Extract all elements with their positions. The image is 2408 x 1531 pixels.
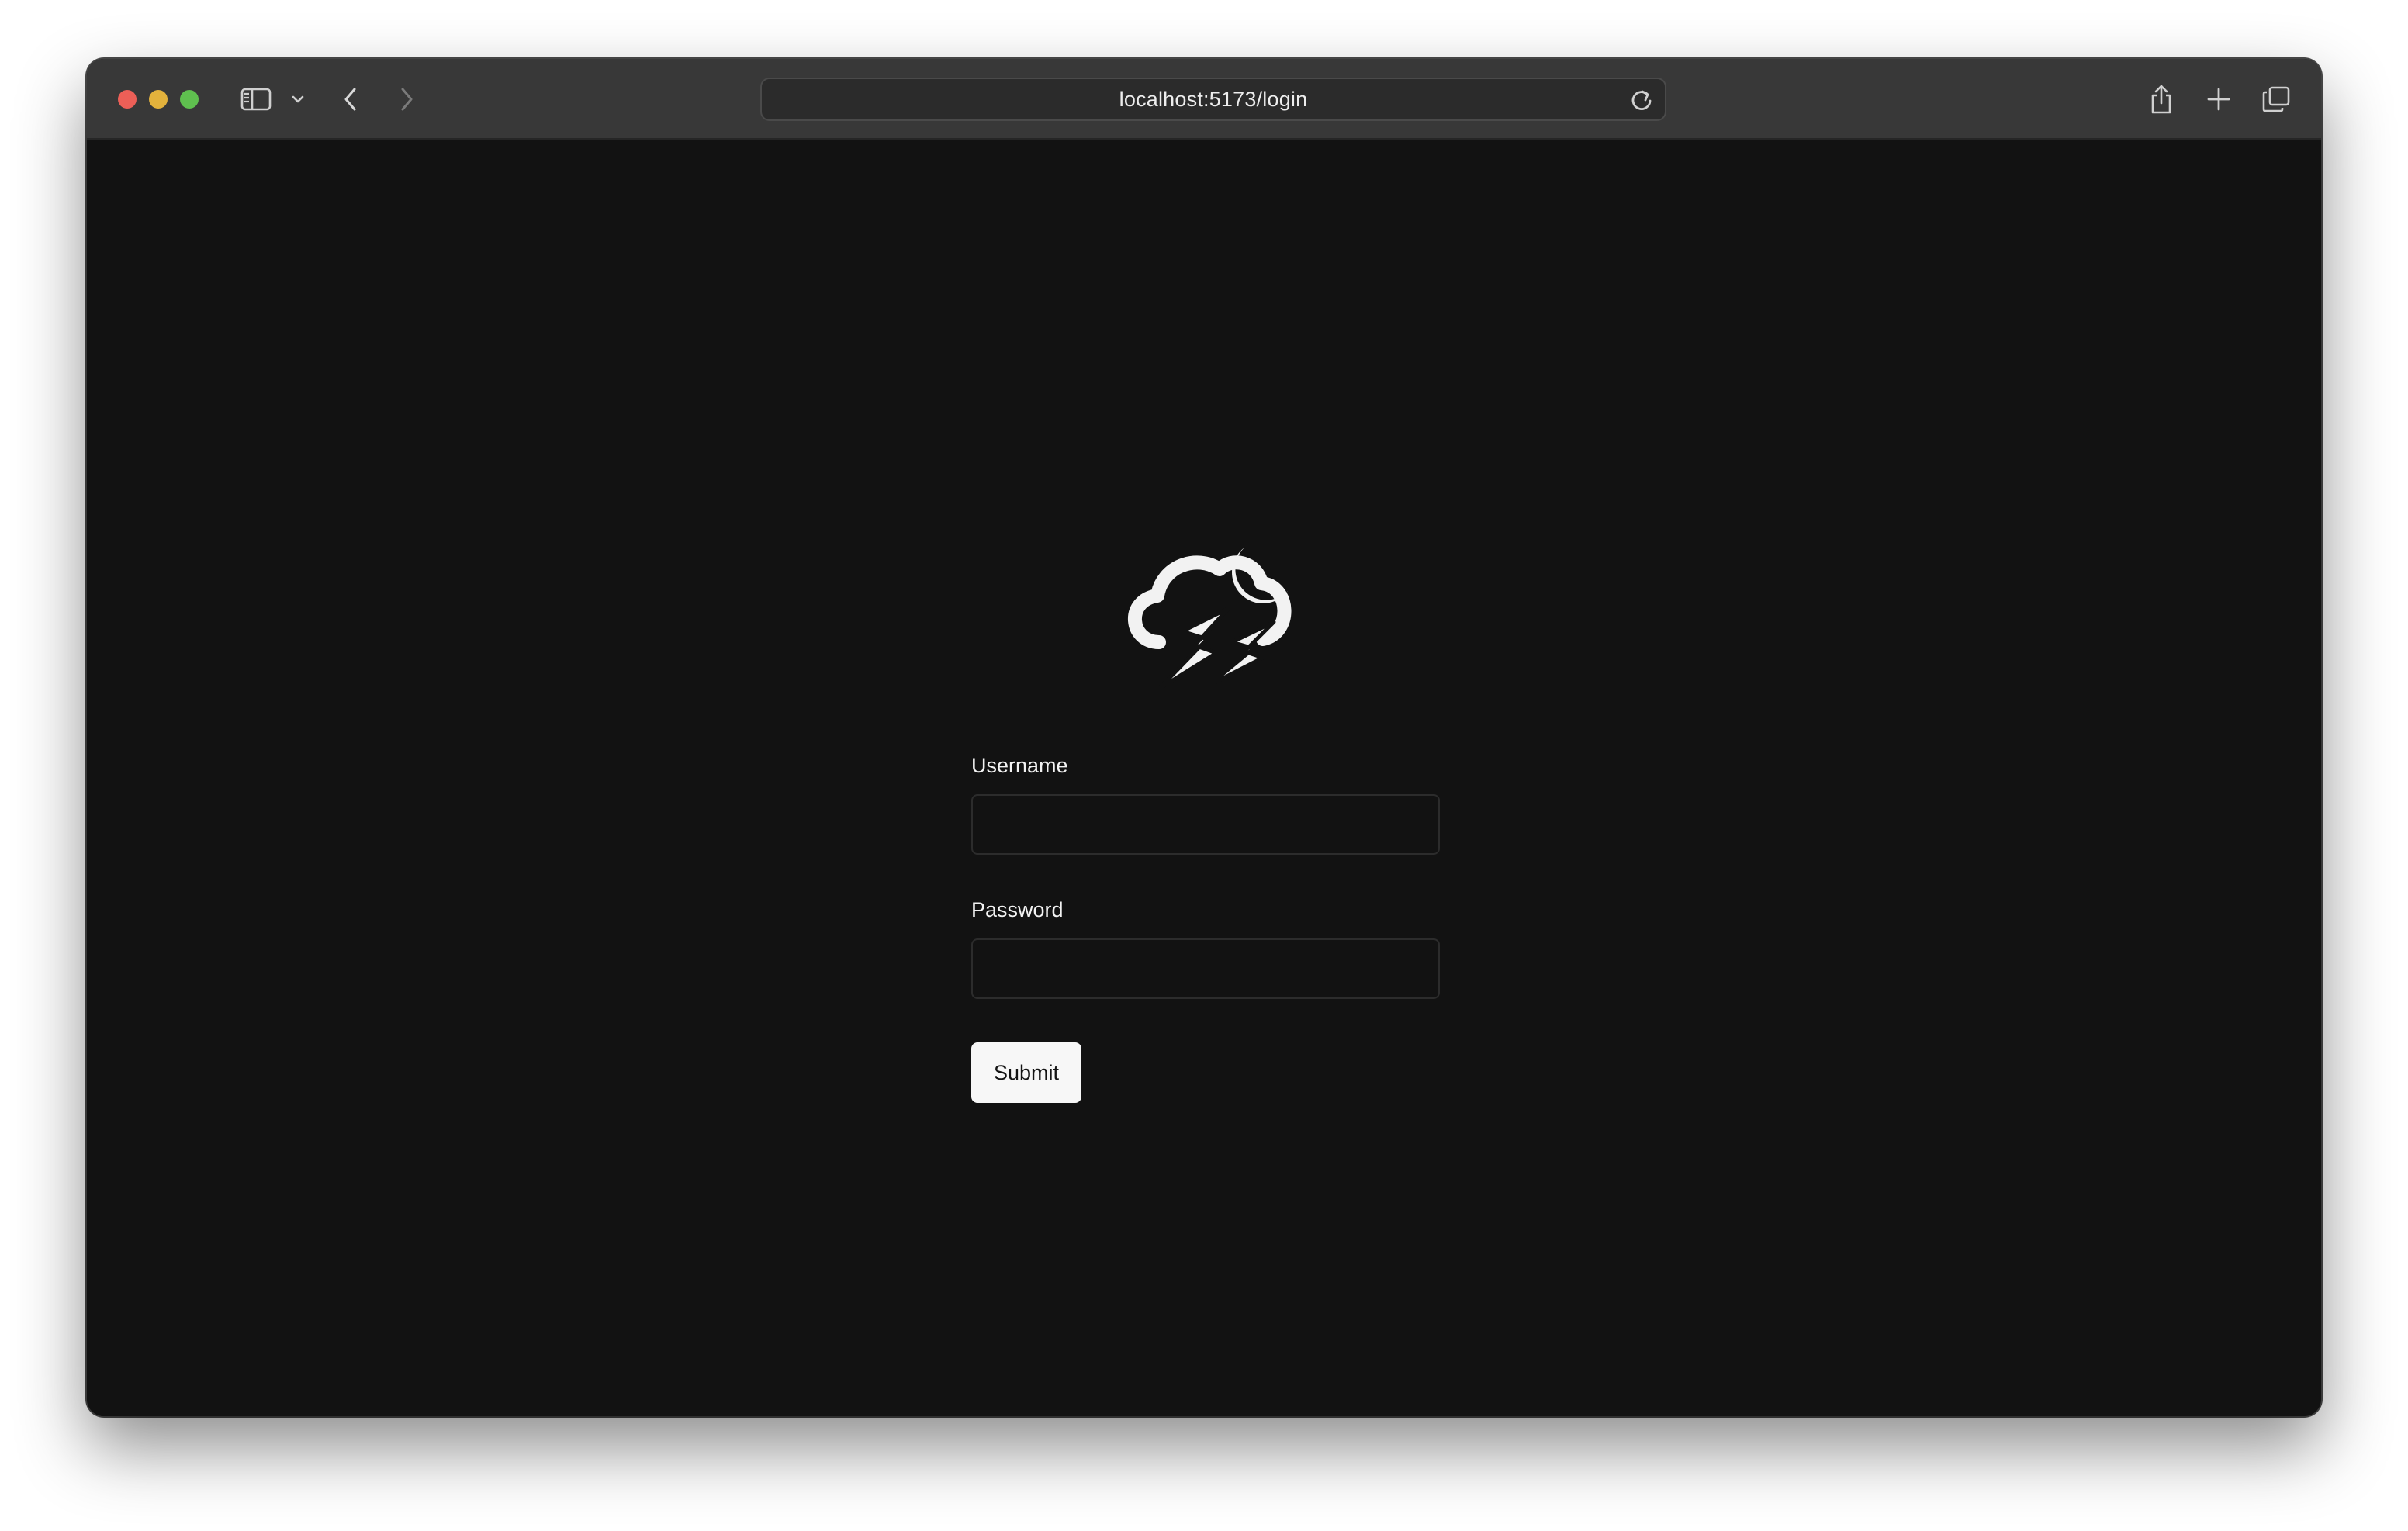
login-form: Username Password Submit: [971, 752, 1440, 1103]
chevron-right-icon[interactable]: [394, 79, 419, 119]
sidebar-icon[interactable]: [239, 79, 273, 119]
reload-icon[interactable]: [1629, 88, 1654, 112]
username-label: Username: [971, 754, 1068, 777]
minimize-window-button[interactable]: [149, 90, 168, 109]
submit-button[interactable]: Submit: [971, 1042, 1081, 1103]
plus-icon[interactable]: [2203, 79, 2234, 119]
chevron-left-icon[interactable]: [338, 79, 363, 119]
address-bar-url: localhost:5173/login: [1119, 87, 1308, 111]
page-content: Username Password Submit: [87, 140, 2321, 1416]
share-icon[interactable]: [2146, 79, 2177, 119]
password-label: Password: [971, 898, 1064, 921]
thunderstorm-night-icon: [1111, 523, 1305, 717]
password-input[interactable]: [971, 938, 1440, 999]
zoom-window-button[interactable]: [180, 90, 199, 109]
chevron-down-icon[interactable]: [287, 79, 309, 119]
browser-toolbar: localhost:5173/login: [87, 59, 2321, 140]
address-bar[interactable]: localhost:5173/login: [760, 78, 1666, 121]
close-window-button[interactable]: [118, 90, 137, 109]
browser-window: localhost:5173/login Username Password S…: [87, 59, 2321, 1416]
tab-overview-icon[interactable]: [2261, 79, 2292, 119]
username-input[interactable]: [971, 794, 1440, 855]
